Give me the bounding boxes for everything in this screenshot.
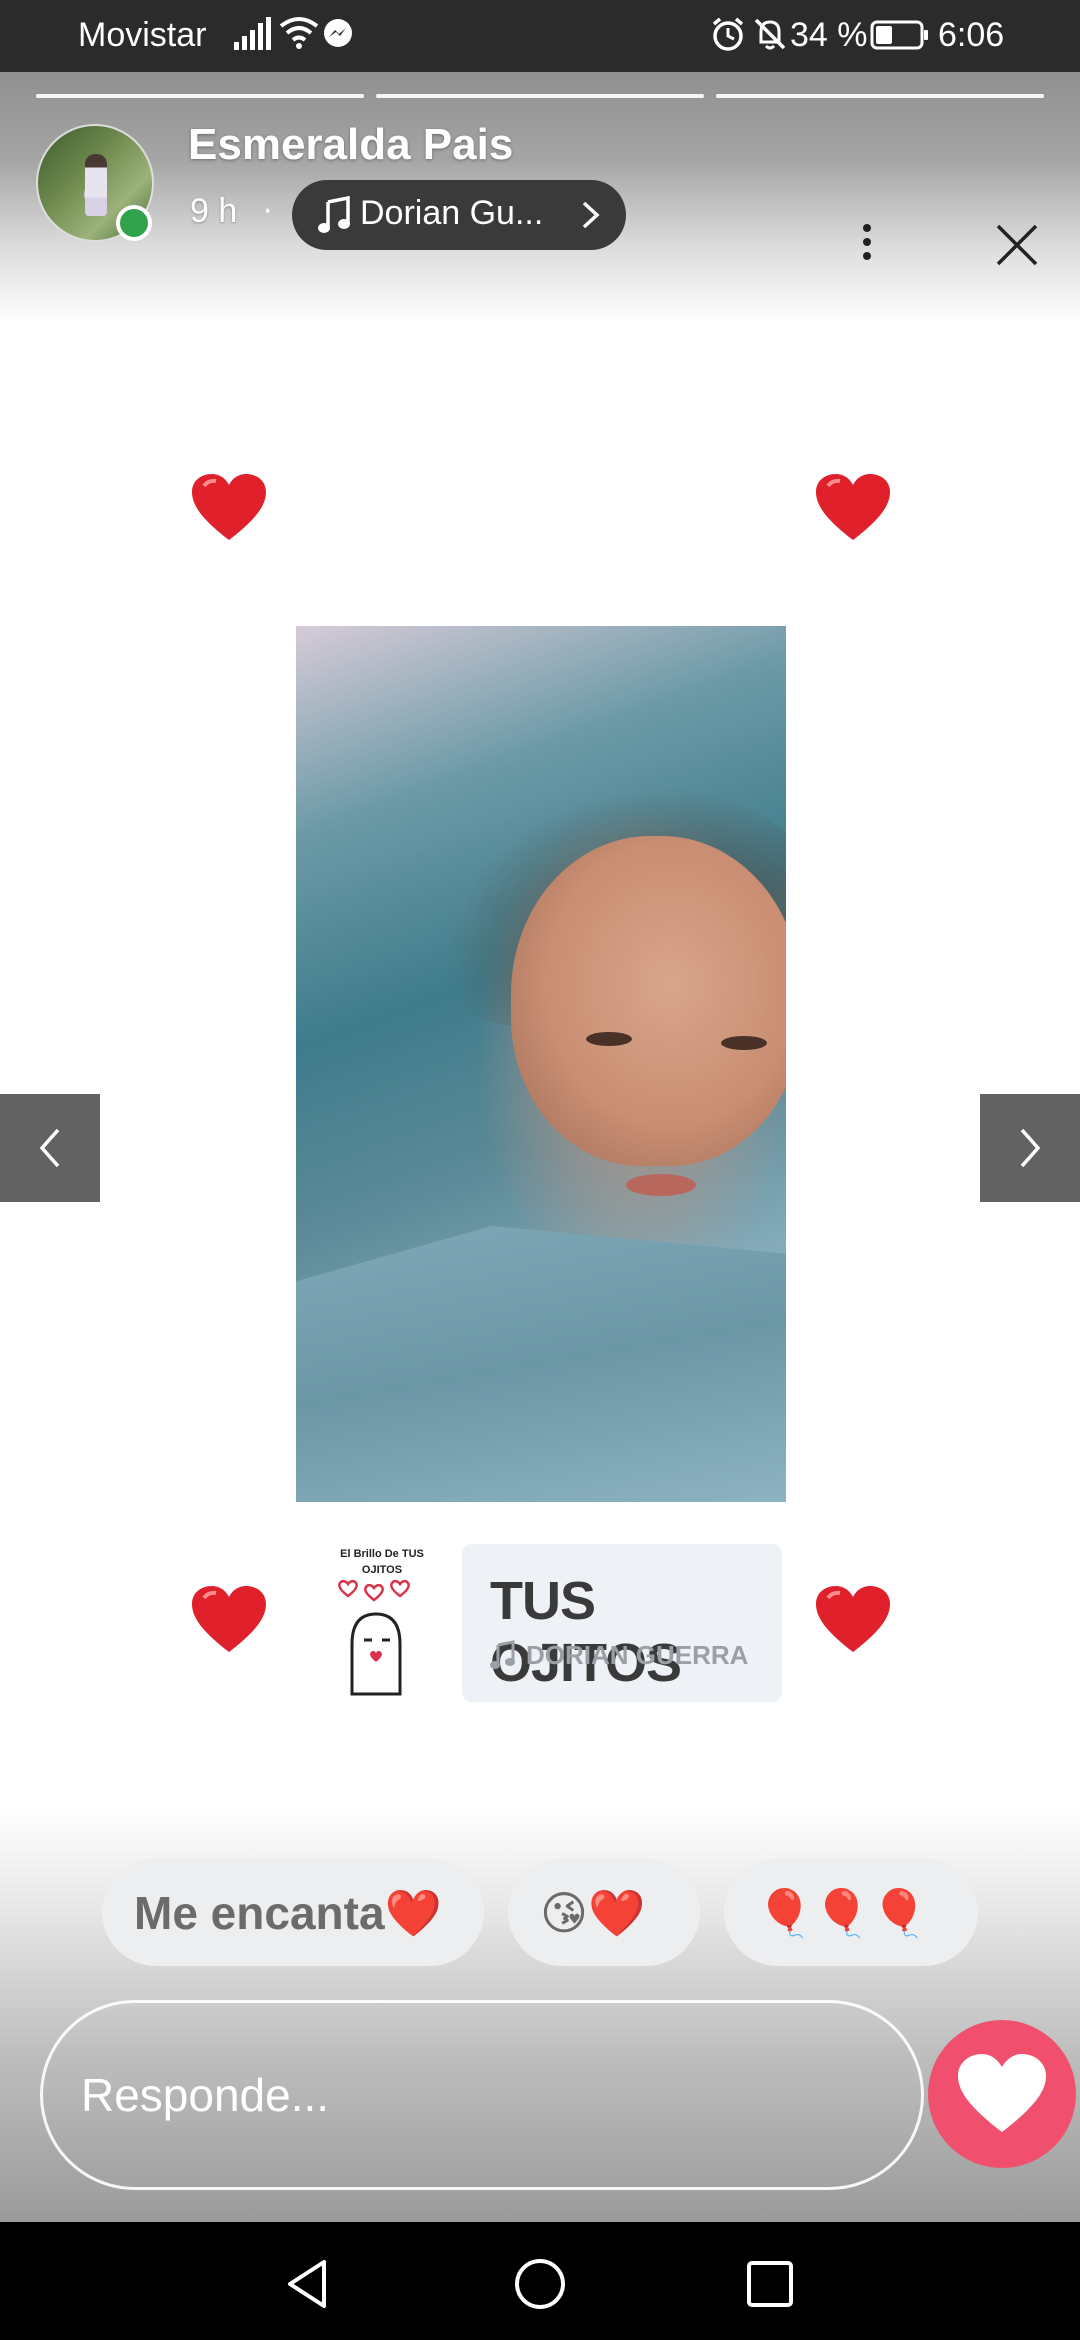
chevron-left-icon bbox=[39, 1128, 60, 1168]
online-status-dot bbox=[116, 205, 152, 241]
story-progress-segment bbox=[716, 94, 1044, 98]
music-note-icon bbox=[318, 196, 350, 233]
recent-apps-icon[interactable] bbox=[742, 2256, 798, 2312]
quick-reply-label: 🎈🎈🎈 bbox=[756, 1887, 928, 1939]
music-note-icon bbox=[490, 1640, 515, 1669]
status-bar: Movistar 34 % 6:06 bbox=[0, 0, 1080, 72]
heart-sticker bbox=[816, 1586, 890, 1652]
poster-name[interactable]: Esmeralda Pais bbox=[188, 120, 513, 170]
chevron-right-icon bbox=[1020, 1128, 1041, 1168]
signal-icon bbox=[234, 17, 271, 50]
heart-sticker bbox=[192, 1586, 266, 1652]
like-button[interactable] bbox=[928, 2020, 1076, 2168]
carrier-name: Movistar bbox=[78, 16, 207, 54]
notifications-off-icon bbox=[754, 18, 786, 50]
wifi-icon bbox=[279, 17, 319, 49]
song-title: TUS OJITOS bbox=[490, 1571, 682, 1693]
chevron-right-icon bbox=[582, 201, 600, 229]
messenger-icon bbox=[324, 19, 352, 47]
quick-reply-me-encanta[interactable]: Me encanta❤️ bbox=[102, 1858, 484, 1966]
battery-icon bbox=[870, 20, 928, 50]
close-icon[interactable] bbox=[992, 220, 1042, 270]
more-options-icon[interactable] bbox=[852, 216, 882, 276]
quick-reply-label: Me encanta❤️ bbox=[134, 1887, 442, 1939]
story-viewer-screen: Movistar 34 % 6:06 Esmeralda Pais 9 h · … bbox=[0, 0, 1080, 2340]
story-header: Esmeralda Pais 9 h · Dorian Gu... bbox=[0, 72, 1080, 322]
battery-percent: 34 % bbox=[790, 16, 868, 54]
home-icon[interactable] bbox=[512, 2256, 568, 2312]
previous-story-button[interactable] bbox=[0, 1094, 100, 1202]
separator-dot: · bbox=[262, 190, 274, 228]
song-artist: DORIAN GUERRA bbox=[526, 1640, 749, 1670]
story-progress-segment bbox=[376, 94, 704, 98]
music-title: Dorian Gu... bbox=[360, 194, 544, 232]
story-photo bbox=[296, 626, 786, 1502]
clock: 6:06 bbox=[938, 16, 1005, 54]
avatar-photo bbox=[85, 154, 107, 216]
story-progress-segment bbox=[36, 94, 364, 98]
reply-input[interactable] bbox=[40, 2000, 924, 2190]
cartoon-sticker-icon bbox=[338, 1579, 410, 1696]
quick-reply-label: 😘❤️ bbox=[540, 1887, 646, 1939]
system-navigation-bar bbox=[0, 2222, 1080, 2340]
heart-icon bbox=[958, 2054, 1046, 2132]
quick-reply-balloons[interactable]: 🎈🎈🎈 bbox=[724, 1858, 978, 1966]
song-sticker-card[interactable]: TUS OJITOS DORIAN GUERRA bbox=[462, 1544, 782, 1702]
back-icon[interactable] bbox=[280, 2256, 336, 2312]
alarm-icon bbox=[712, 17, 744, 51]
heart-sticker bbox=[192, 474, 266, 540]
quick-reply-kiss-heart[interactable]: 😘❤️ bbox=[508, 1858, 700, 1966]
music-attribution-button[interactable]: Dorian Gu... bbox=[292, 180, 626, 250]
next-story-button[interactable] bbox=[980, 1094, 1080, 1202]
heart-sticker bbox=[816, 474, 890, 540]
post-time: 9 h bbox=[190, 192, 238, 230]
